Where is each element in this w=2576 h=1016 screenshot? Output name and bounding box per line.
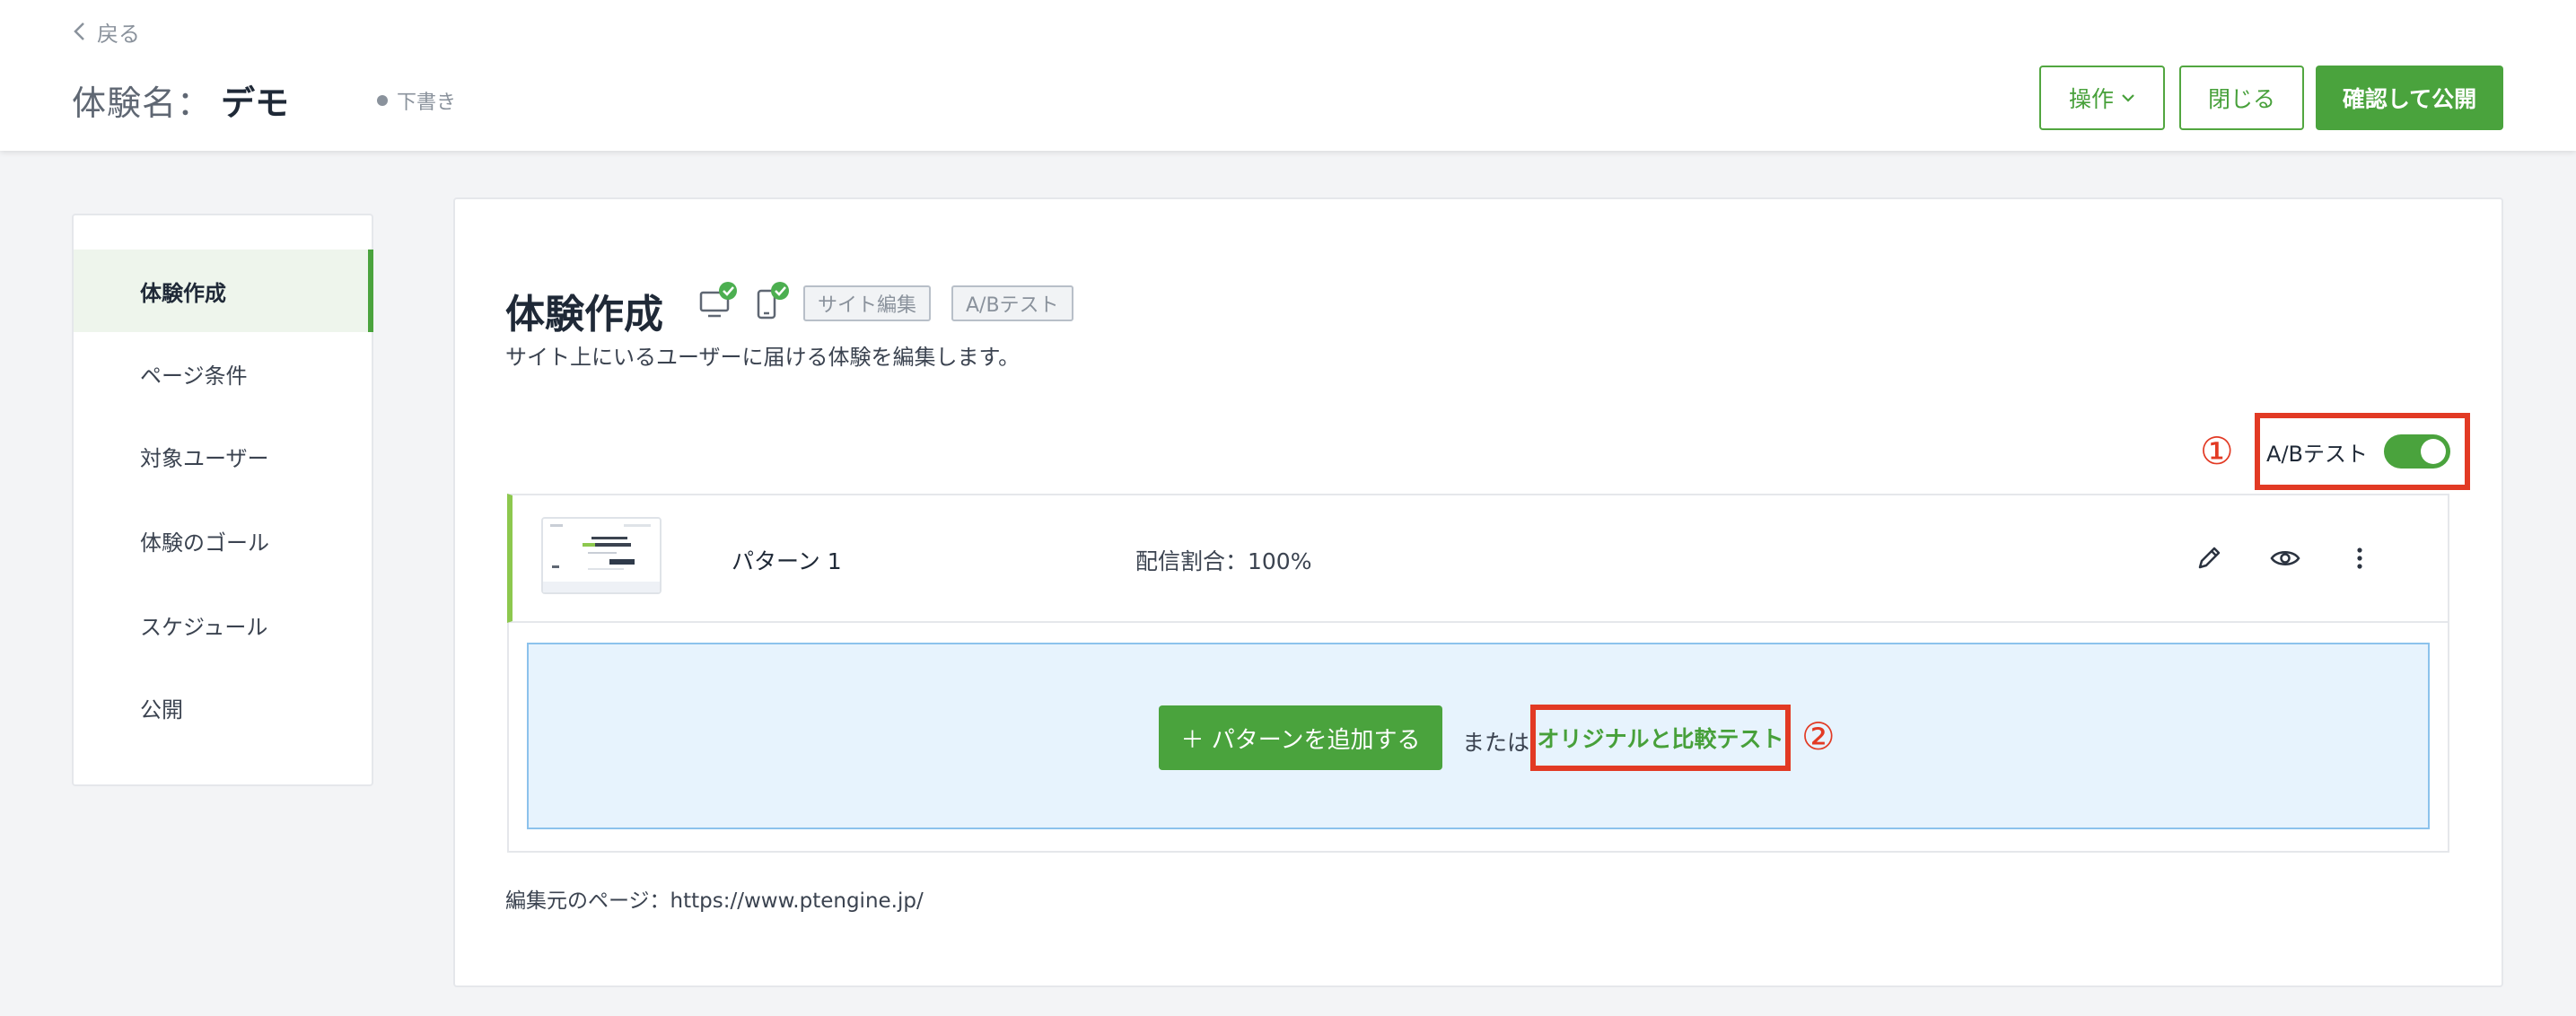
- chevron-down-icon: [2122, 94, 2134, 102]
- publish-button[interactable]: 確認して公開: [2316, 66, 2503, 130]
- experience-name: デモ: [221, 83, 290, 123]
- operations-label: 操作: [2068, 86, 2114, 112]
- or-text: または: [1462, 730, 1530, 756]
- sidebar-item-page-conditions[interactable]: ページ条件: [74, 332, 373, 415]
- ab-test-toggle[interactable]: [2384, 434, 2450, 469]
- edit-pencil-icon[interactable]: [2193, 542, 2225, 574]
- pattern-thumbnail[interactable]: [541, 517, 662, 594]
- add-pattern-container: ＋ パターンを追加する または オリジナルと比較テスト ②: [507, 623, 2449, 853]
- pattern-name: パターン 1: [732, 548, 842, 574]
- main-card: 体験作成 サイト編集 A/Bテスト サイト上にいるユーザーに届ける体験を編集しま…: [453, 197, 2503, 987]
- sidebar-item-experience-goal[interactable]: 体験のゴール: [74, 499, 373, 582]
- compare-with-original-link[interactable]: オリジナルと比較テスト: [1537, 722, 1783, 754]
- toggle-knob: [2421, 439, 2446, 464]
- sidebar-item-create-experience[interactable]: 体験作成: [74, 250, 373, 332]
- top-header: 戻る 体験名： デモ 下書き 操作 閉じる 確認して公開: [0, 0, 2576, 151]
- thumbnail-preview-image: [543, 519, 660, 592]
- operations-button[interactable]: 操作: [2039, 66, 2165, 130]
- pattern-ratio: 配信割合：100%: [1135, 548, 1312, 574]
- pattern-row: パターン 1 配信割合：100%: [507, 494, 2449, 623]
- compare-original-highlight: オリジナルと比較テスト: [1530, 705, 1791, 771]
- more-vertical-icon[interactable]: [2344, 542, 2376, 574]
- desktop-check-icon: [699, 282, 737, 318]
- ab-test-toggle-group: A/Bテスト: [2255, 413, 2470, 490]
- tag-ab-test: A/Bテスト: [951, 285, 1073, 321]
- status-text: 下書き: [397, 92, 457, 114]
- preview-eye-icon[interactable]: [2269, 542, 2301, 574]
- tag-site-edit: サイト編集: [803, 285, 932, 321]
- ab-test-label: A/Bテスト: [2266, 441, 2368, 467]
- sidebar-item-publish[interactable]: 公開: [74, 666, 373, 749]
- add-pattern-dropzone: ＋ パターンを追加する または オリジナルと比較テスト ②: [527, 643, 2430, 829]
- back-link[interactable]: 戻る: [72, 16, 140, 47]
- annotation-number-1: ①: [2200, 429, 2234, 473]
- close-button[interactable]: 閉じる: [2179, 66, 2304, 130]
- sidebar-item-target-users[interactable]: 対象ユーザー: [74, 415, 373, 497]
- back-label: 戻る: [97, 21, 140, 47]
- source-page-url: 編集元のページ：https://www.ptengine.jp/: [505, 889, 924, 913]
- status-badge: 下書き: [377, 86, 456, 115]
- add-pattern-button[interactable]: ＋ パターンを追加する: [1159, 705, 1442, 770]
- page-title: 体験作成: [505, 292, 663, 337]
- annotation-number-2: ②: [1801, 714, 1836, 758]
- chevron-left-icon: [74, 22, 84, 40]
- mobile-check-icon: [757, 282, 789, 320]
- status-dot-icon: [377, 95, 388, 106]
- experience-label: 体験名：: [72, 83, 213, 123]
- sidebar-item-schedule[interactable]: スケジュール: [74, 583, 373, 666]
- page-description: サイト上にいるユーザーに届ける体験を編集します。: [505, 345, 1021, 370]
- sidebar-nav: 体験作成 ページ条件 対象ユーザー 体験のゴール スケジュール 公開: [72, 214, 373, 786]
